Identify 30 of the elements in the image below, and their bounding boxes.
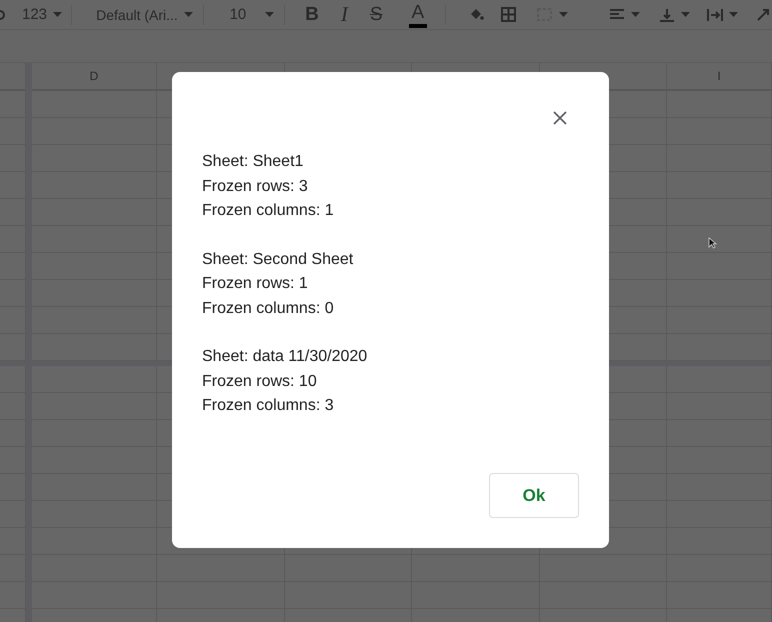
caret-icon — [680, 12, 690, 17]
message-line: Frozen columns: 0 — [202, 298, 334, 318]
message-line: Frozen columns: 1 — [202, 201, 334, 221]
mouse-pointer-icon — [708, 237, 717, 249]
caret-icon — [53, 12, 62, 17]
column-header[interactable]: I — [667, 63, 772, 91]
message-line: Sheet: Second Sheet — [202, 250, 354, 270]
caret-icon — [265, 12, 274, 17]
caret-icon — [728, 12, 738, 17]
ok-button[interactable]: Ok — [489, 473, 579, 518]
caret-icon — [630, 12, 640, 17]
column-header[interactable]: D — [32, 63, 157, 91]
message-line: Frozen rows: 1 — [202, 274, 308, 294]
caret-icon — [558, 12, 568, 17]
message-line: Sheet: data 11/30/2020 — [202, 347, 368, 367]
strikethrough-button[interactable]: S — [370, 2, 383, 28]
message-line: Sheet: Sheet1 — [202, 152, 304, 172]
freeze-bar[interactable] — [157, 361, 172, 366]
close-button[interactable] — [552, 110, 568, 126]
font-dropdown[interactable]: Default (Ari... — [96, 2, 193, 28]
close-icon — [552, 110, 568, 126]
message-line: Frozen rows: 10 — [202, 372, 317, 392]
font-size-dropdown[interactable]: 10 — [230, 2, 274, 28]
bold-button[interactable]: B — [305, 2, 319, 28]
message-line: Frozen columns: 3 — [202, 396, 334, 416]
message-line: Frozen rows: 3 — [202, 176, 308, 196]
caret-icon — [184, 12, 193, 17]
borders-icon[interactable] — [500, 6, 518, 24]
number-format-dropdown[interactable]: 123 — [22, 2, 72, 28]
italic-button[interactable]: I — [340, 2, 348, 28]
